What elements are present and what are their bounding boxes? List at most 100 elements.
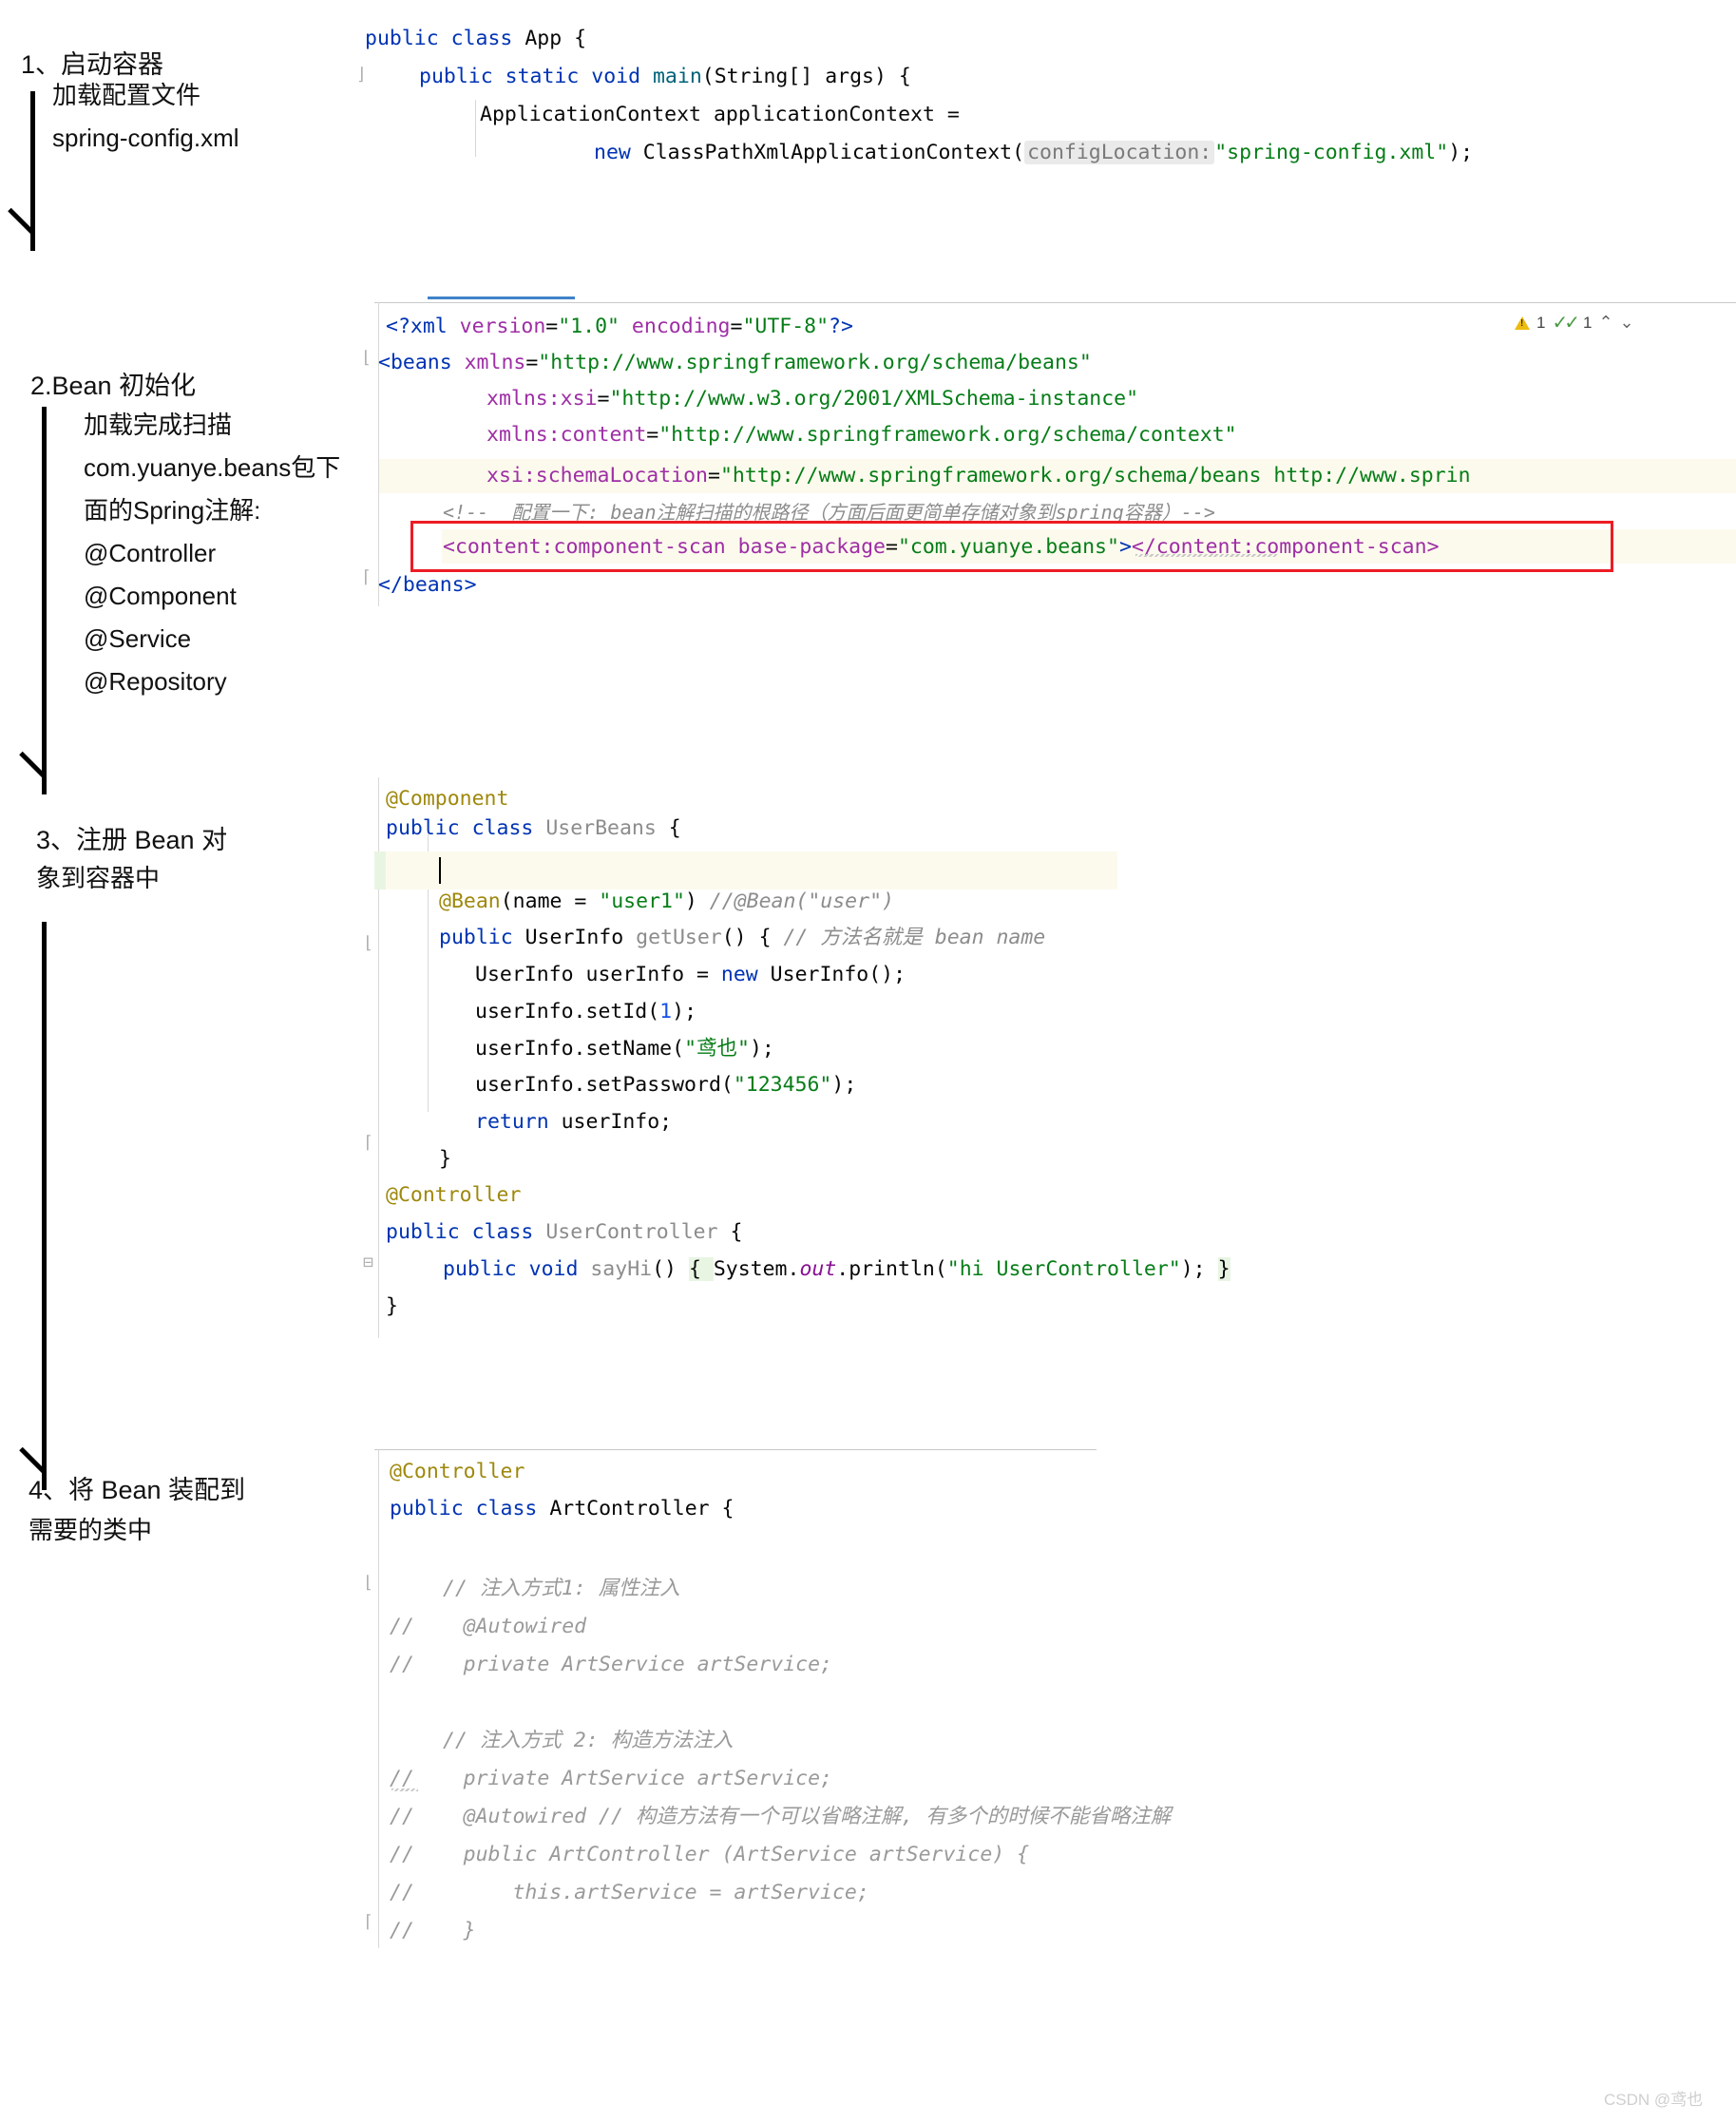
system-ref: System. xyxy=(713,1257,800,1281)
art-comment-close: // } xyxy=(390,1918,476,1944)
xml-val-schemalocation: "http://www.springframework.org/schema/b… xyxy=(719,464,1471,488)
xml-fold-beans[interactable]: ⌊ xyxy=(361,348,372,368)
setid-call: userInfo.setId( xyxy=(475,1000,660,1023)
kw-public: public xyxy=(419,65,493,88)
kw-public: public xyxy=(390,1497,464,1521)
xml-attr-xsi: xmlns:xsi xyxy=(486,387,598,411)
art-comment-close-text: // } xyxy=(390,1919,476,1942)
step-2-line-7: @Repository xyxy=(84,667,227,696)
art-comment-field-1-text: // private ArtService artService; xyxy=(390,1653,832,1676)
code-app-line-1: public class App { xyxy=(365,26,586,52)
beans-new-userinfo: UserInfo userInfo = new UserInfo(); xyxy=(475,962,906,988)
usercontroller-class-close: } xyxy=(386,1293,398,1320)
flow-arrow-2 xyxy=(19,407,80,796)
art-comment-ctor-text: // public ArtController (ArtService artS… xyxy=(390,1843,1030,1866)
art-fold-block-end[interactable]: ⌈ xyxy=(363,1912,373,1932)
xml-fold-beans-end[interactable]: ⌈ xyxy=(361,567,372,587)
art-comment-autowired-2: // @Autowired // 构造方法有一个可以省略注解, 有多个的时候不能… xyxy=(390,1804,1171,1830)
setname-end: ); xyxy=(749,1037,774,1061)
kw-void: void xyxy=(528,1257,579,1281)
beans-current-line-gutter xyxy=(374,851,386,889)
editor-tab-underline xyxy=(428,296,575,299)
warning-icon xyxy=(1515,316,1530,330)
number-1: 1 xyxy=(659,1000,673,1023)
chevron-up-icon[interactable]: ⌃ xyxy=(1598,313,1612,333)
userinfo-ctor: UserInfo(); xyxy=(757,963,906,986)
beans-bean-annotation: @Bean(name = "user1") //@Bean("user") xyxy=(439,889,894,915)
xml-attr-version: version xyxy=(447,315,546,338)
art-comment-inject-1: // 注入方式1: 属性注入 xyxy=(443,1576,680,1602)
beans-setname: userInfo.setName("鸢也"); xyxy=(475,1036,774,1062)
inspection-widget[interactable]: 1 ✓✓ 1 ⌃ ⌄ xyxy=(1515,311,1634,335)
kw-class: class xyxy=(450,27,513,50)
step-2-line-2: com.yuanye.beans包下 xyxy=(84,453,341,482)
class-name-app: App xyxy=(525,27,563,50)
annotation-controller-user: @Controller xyxy=(386,1182,521,1209)
userinfo-decl: UserInfo userInfo = xyxy=(475,963,721,986)
indent-guide-app xyxy=(475,100,476,157)
xml-attr-xmlns: xmlns xyxy=(451,351,526,374)
brace: { xyxy=(574,27,587,50)
art-squiggle xyxy=(391,1788,418,1791)
code-fold-marker-app[interactable]: ⌋ xyxy=(356,65,367,85)
step-2-line-6: @Service xyxy=(84,624,192,653)
ctor-name: ClassPathXmlApplicationContext( xyxy=(630,141,1025,164)
main-signature: (String[] args) { xyxy=(701,65,911,88)
println-end: ); xyxy=(1180,1257,1218,1281)
flow-arrow-3 xyxy=(19,922,80,1492)
kw-return: return xyxy=(475,1110,549,1134)
art-left-gutter xyxy=(378,1449,379,1948)
println-call: .println( xyxy=(836,1257,947,1281)
annotation-controller-art: @Controller xyxy=(390,1459,525,1485)
kw-public: public xyxy=(365,27,439,50)
xml-gt: > xyxy=(1118,535,1132,559)
kw-public: public xyxy=(439,926,513,949)
xml-tag-beans: <beans xyxy=(378,351,452,374)
xml-decl-close: ?> xyxy=(829,315,853,338)
xml-left-gutter xyxy=(378,302,379,606)
beans-fold-getuser-end[interactable]: ⌈ xyxy=(363,1133,373,1153)
annotation-bean: @Bean xyxy=(439,889,501,913)
beans-return: return userInfo; xyxy=(475,1109,672,1136)
close-brace-method: } xyxy=(439,1147,451,1171)
brace: { xyxy=(668,816,681,840)
step-3-body: 象到容器中 xyxy=(36,857,160,900)
xml-line-1: <?xml version="1.0" encoding="UTF-8"?> xyxy=(386,315,853,338)
xml-attr-schemalocation: xsi:schemaLocation xyxy=(486,464,708,488)
kw-class: class xyxy=(475,1497,538,1521)
brace: { xyxy=(730,1220,743,1244)
xml-line-5: xsi:schemaLocation="http://www.springfra… xyxy=(486,464,1471,488)
kw-public: public xyxy=(386,816,460,840)
setpassword-end: ); xyxy=(831,1073,857,1097)
code-app-line-2: public static void main(String[] args) { xyxy=(419,64,911,90)
ok-count: 1 xyxy=(1582,313,1593,332)
step-4-body: 需要的类中 xyxy=(29,1509,152,1552)
comment-bean-alt: //@Bean("user") xyxy=(709,889,894,913)
xml-attr-base-package: base-package xyxy=(725,535,886,559)
brace: { xyxy=(721,1497,734,1521)
xml-attr-content: xmlns:content xyxy=(486,423,647,447)
method-main: main xyxy=(652,65,702,88)
art-panel-top-border xyxy=(374,1449,1097,1450)
art-comment-inject-2: // 注入方式 2: 构造方法注入 xyxy=(443,1728,734,1754)
art-comment-assign: // this.artService = artService; xyxy=(390,1880,869,1906)
art-comment-ctor: // public ArtController (ArtService artS… xyxy=(390,1842,1029,1868)
kw-class: class xyxy=(471,1220,534,1244)
step-3-title: 3、注册 Bean 对 xyxy=(36,826,228,854)
art-comment-field-2: // private ArtService artService; xyxy=(390,1766,832,1792)
setname-call: userInfo.setName( xyxy=(475,1037,685,1061)
beans-fold-sayhi[interactable]: ⊟ xyxy=(363,1253,373,1272)
xml-line-2: <beans xmlns="http://www.springframework… xyxy=(378,351,1092,374)
xml-attr-encoding: encoding xyxy=(619,315,731,338)
chevron-down-icon[interactable]: ⌄ xyxy=(1620,313,1634,333)
beans-fold-getuser[interactable]: ⌊ xyxy=(363,933,373,953)
kw-class: class xyxy=(471,816,534,840)
bean-params-close: ) xyxy=(684,889,710,913)
art-fold-block[interactable]: ⌊ xyxy=(363,1573,373,1593)
csdn-watermark-text: CSDN @鸢也 xyxy=(1604,2091,1704,2109)
getuser-rest: () { xyxy=(721,926,784,949)
xml-line-7: <content:component-scan base-package="co… xyxy=(443,535,1440,559)
string-hi-usercontroller: "hi UserController" xyxy=(946,1257,1181,1281)
beans-current-line-highlight xyxy=(386,851,1117,889)
kw-new: new xyxy=(720,963,758,986)
